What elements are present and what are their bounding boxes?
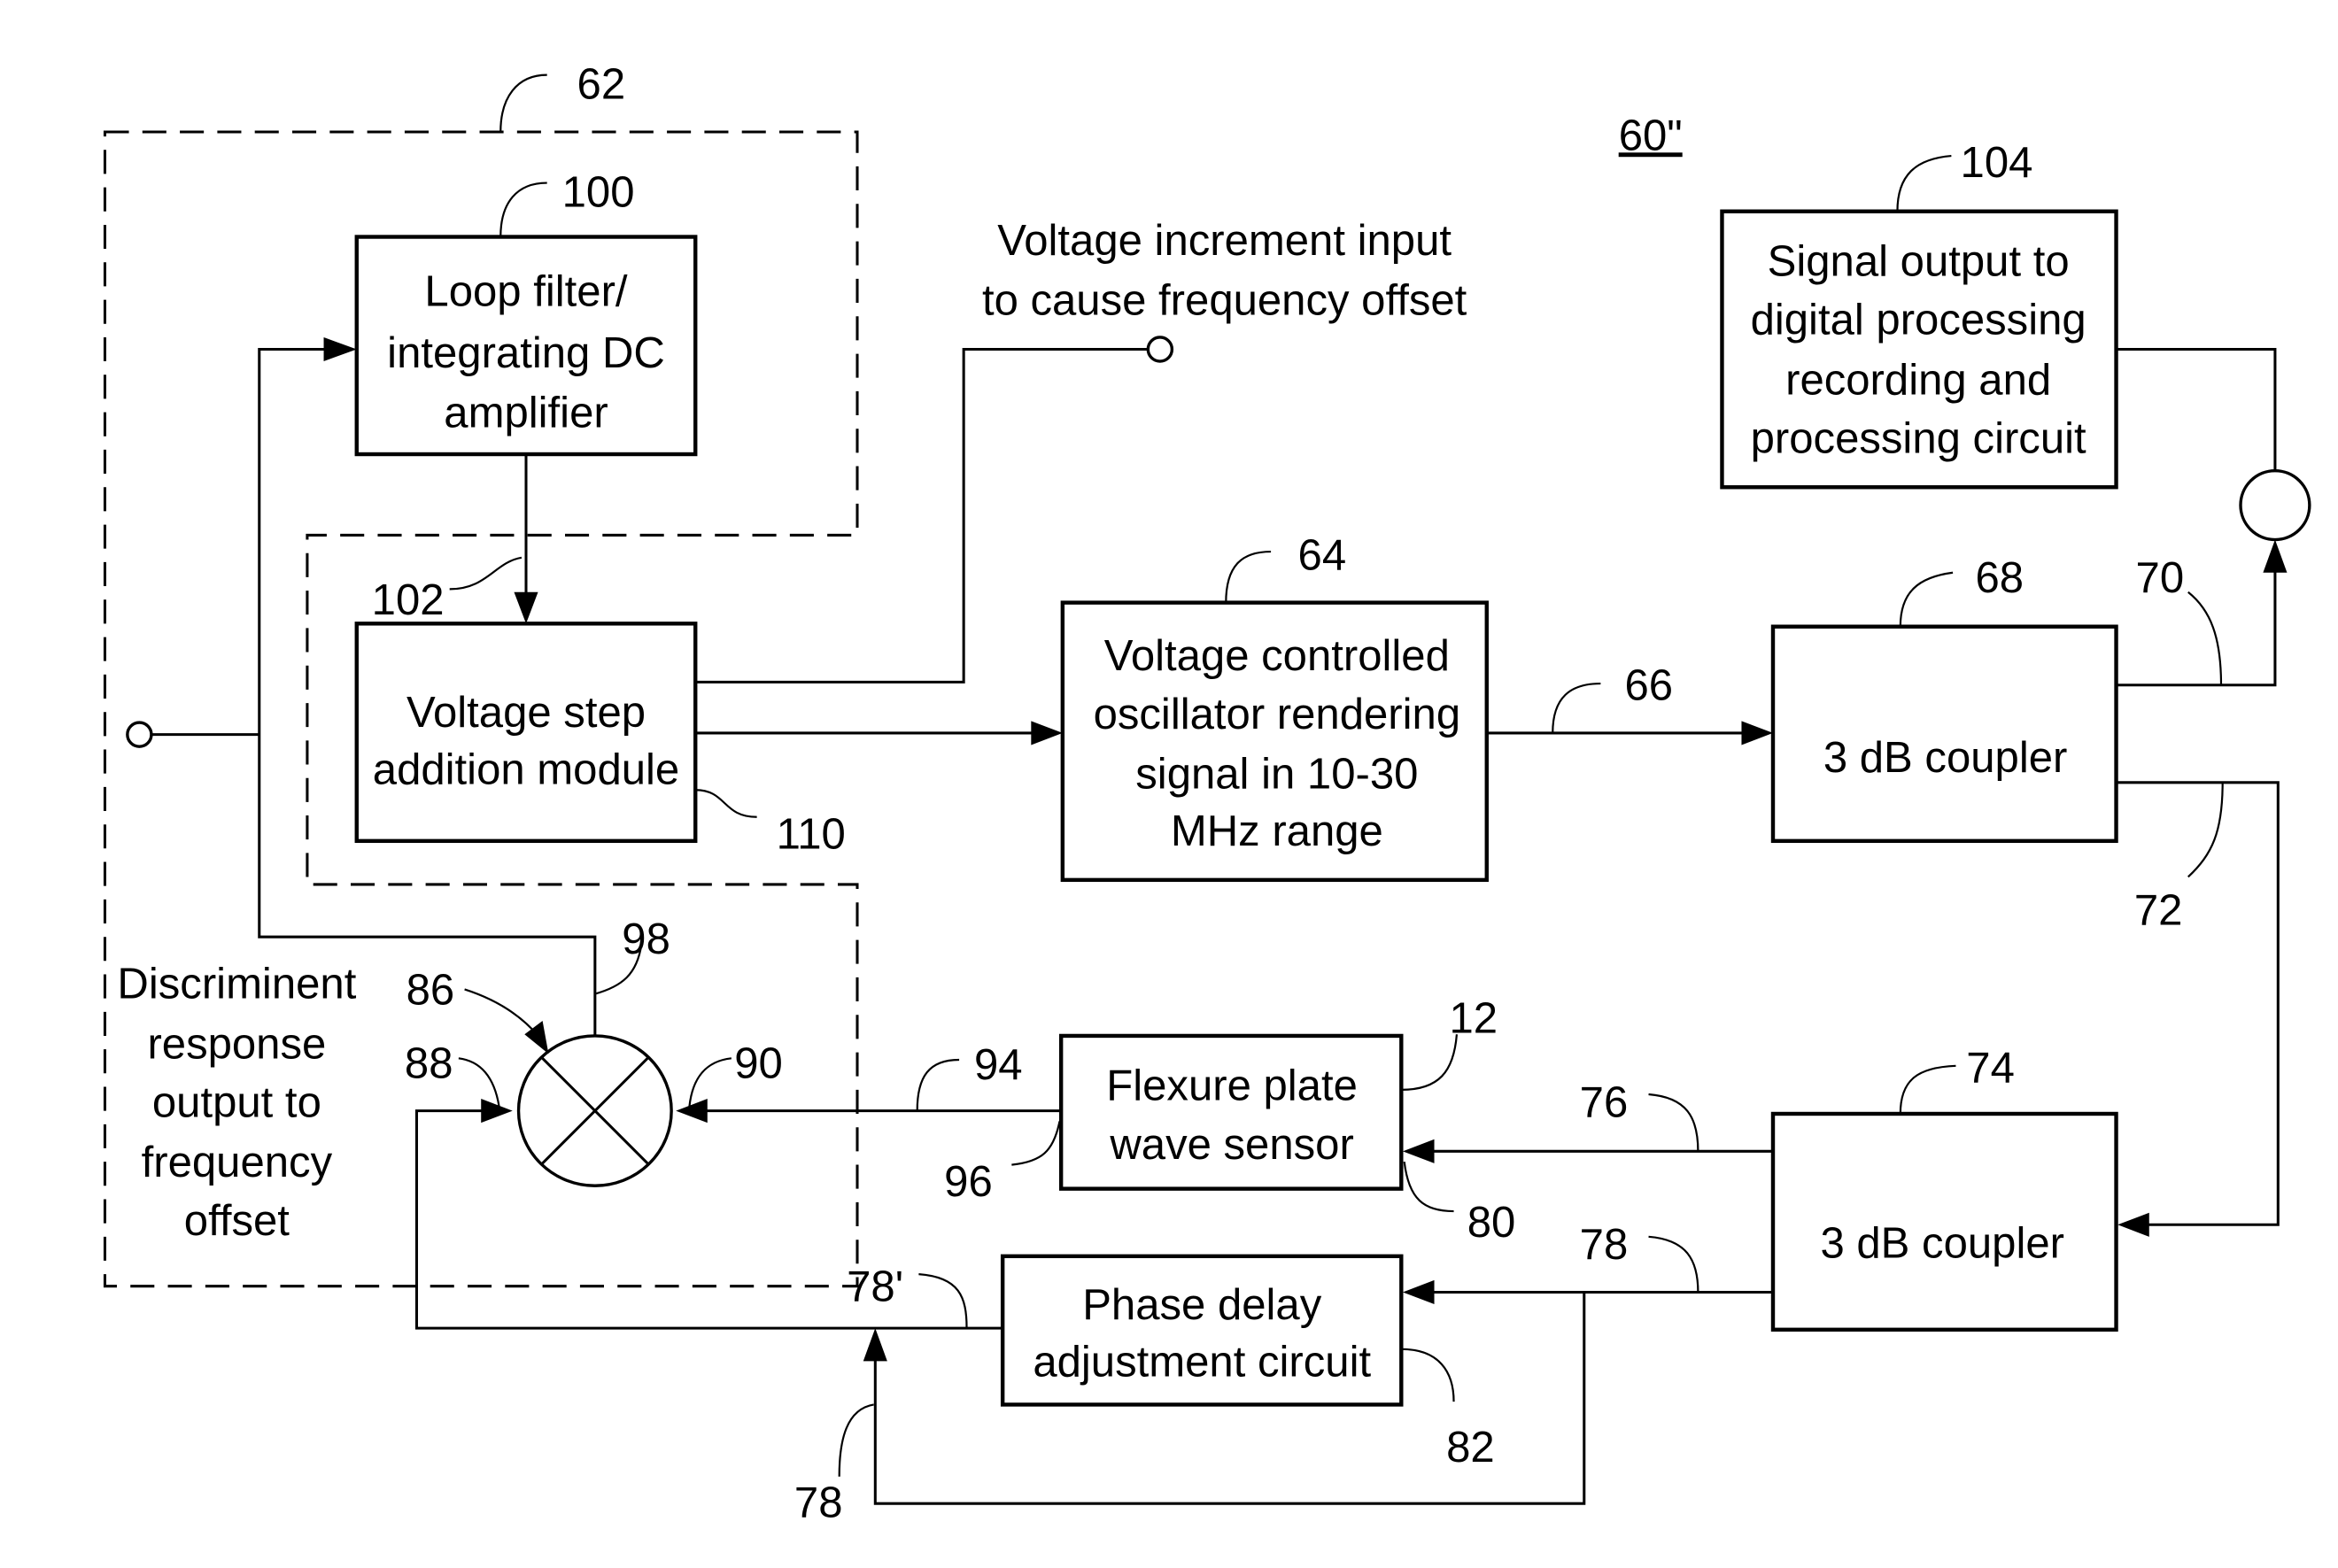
ref-68: 68: [1975, 554, 2024, 602]
ref-98: 98: [622, 915, 670, 963]
vco-label-2: oscillator rendering: [1094, 691, 1461, 738]
coupler-bottom-label: 3 dB coupler: [1820, 1220, 2063, 1268]
ref-12-leader: [1401, 1034, 1459, 1091]
vco-label-3: signal in 10-30: [1135, 751, 1418, 799]
ref-100-leader: [499, 182, 547, 237]
ref-94: 94: [974, 1041, 1023, 1089]
ref-104: 104: [1961, 139, 2033, 187]
arrow-into-phase-delay: [1403, 1279, 1435, 1305]
ref-96: 96: [944, 1158, 993, 1206]
ref-76-leader: [1648, 1093, 1699, 1152]
ref-72-leader: [2187, 782, 2224, 878]
ref-90: 90: [734, 1039, 783, 1087]
ref-90-leader: [688, 1057, 732, 1107]
ref-102-leader: [449, 556, 523, 591]
phase-delay-label-1: Phase delay: [1082, 1281, 1322, 1329]
loop-filter-label-2: integrating DC: [387, 329, 665, 377]
wire-coupler-out-72: [2116, 781, 2280, 1226]
ref-64-leader: [1225, 550, 1272, 603]
ref-110: 110: [777, 810, 846, 858]
arrow-into-mixer-90: [676, 1099, 708, 1124]
loop-filter-label-1: Loop filter/: [424, 267, 627, 315]
arrow-into-vco: [1031, 721, 1063, 745]
vco-label-1: Voltage controlled: [1104, 632, 1450, 680]
ref-12: 12: [1449, 995, 1498, 1043]
ref-80-leader: [1403, 1162, 1454, 1213]
ref-68-leader: [1899, 571, 1954, 627]
ref-82: 82: [1446, 1424, 1495, 1471]
voltage-increment-terminal[interactable]: [1146, 336, 1174, 363]
arrow-into-coupler-bottom: [2117, 1212, 2149, 1237]
ref-78-leader: [1648, 1235, 1699, 1293]
ref-78-bypass-leader: [838, 1403, 874, 1477]
output-node[interactable]: [2239, 468, 2311, 542]
wire-phase-out-78prime: [414, 1109, 1003, 1330]
ref-78: 78: [1580, 1221, 1629, 1269]
ref-86: 86: [406, 966, 455, 1014]
figure-id-label: 60": [1619, 112, 1683, 159]
ref-76: 76: [1580, 1078, 1629, 1126]
flexure-sensor-label-2: wave sensor: [1109, 1121, 1353, 1169]
ref-62: 62: [577, 61, 626, 109]
ref-66-leader: [1552, 682, 1601, 733]
wire-output-to-signal-block: [2116, 347, 2277, 471]
ref-64: 64: [1298, 531, 1347, 579]
flexure-sensor-label-1: Flexure plate: [1106, 1062, 1358, 1110]
ref-72: 72: [2134, 887, 2183, 935]
phase-delay-label-2: adjustment circuit: [1033, 1338, 1371, 1386]
voltage-increment-label-2: to cause frequency offset: [982, 277, 1467, 325]
ref-82-leader: [1401, 1348, 1455, 1402]
discriminent-output-terminal[interactable]: [126, 721, 153, 748]
ref-70-leader: [2187, 591, 2223, 685]
ref-74-leader: [1899, 1064, 1956, 1114]
ref-88-leader: [458, 1057, 500, 1107]
ref-94-leader: [916, 1058, 960, 1111]
ref-104-leader: [1896, 154, 1952, 212]
ref-80: 80: [1467, 1199, 1516, 1247]
ref-78prime-leader: [918, 1273, 968, 1329]
arrow-into-loop-filter: [323, 336, 357, 362]
ref-88: 88: [405, 1039, 453, 1087]
ref-102: 102: [372, 576, 445, 624]
ref-110-leader: [695, 789, 757, 818]
arrow-into-step: [514, 591, 538, 624]
ref-74: 74: [1966, 1044, 2015, 1092]
ref-78-prime: 78': [847, 1263, 903, 1311]
ref-70: 70: [2136, 554, 2185, 602]
block-diagram: 60" 62 Loop filter/ integrating DC ampli…: [103, 61, 2311, 1526]
signal-output-label-1: Signal output to: [1768, 238, 2070, 286]
coupler-top-label: 3 dB coupler: [1823, 734, 2067, 782]
discriminent-label-2: response: [147, 1020, 326, 1068]
loop-filter-label-3: amplifier: [444, 390, 608, 437]
arrow-into-output-node: [2263, 539, 2288, 573]
vco-label-4: MHz range: [1171, 807, 1383, 855]
group-62-leader: [499, 73, 547, 132]
discriminent-label-5: offset: [184, 1197, 290, 1245]
voltage-increment-label-1: Voltage increment input: [997, 217, 1452, 265]
voltage-step-label-1: Voltage step: [406, 689, 646, 737]
signal-output-label-2: digital processing: [1751, 297, 2086, 344]
voltage-step-label-2: addition module: [373, 745, 679, 793]
signal-output-label-3: recording and: [1785, 356, 2051, 404]
arrow-bypass-up: [863, 1328, 887, 1362]
signal-output-label-4: processing circuit: [1751, 414, 2086, 462]
ref-66: 66: [1624, 662, 1673, 710]
ref-100: 100: [562, 169, 635, 217]
arrow-into-mixer-88: [481, 1099, 513, 1124]
arrow-into-sensor: [1403, 1139, 1435, 1163]
discriminent-label-4: frequency: [142, 1139, 333, 1186]
ref-78-bypass: 78: [794, 1479, 843, 1526]
discriminent-label-1: Discriminent: [117, 961, 356, 1008]
discriminent-label-3: output to: [152, 1078, 321, 1126]
arrow-into-coupler-top: [1741, 721, 1773, 745]
ref-96-leader: [1011, 1121, 1061, 1166]
ref-86-leader: [464, 988, 541, 1039]
